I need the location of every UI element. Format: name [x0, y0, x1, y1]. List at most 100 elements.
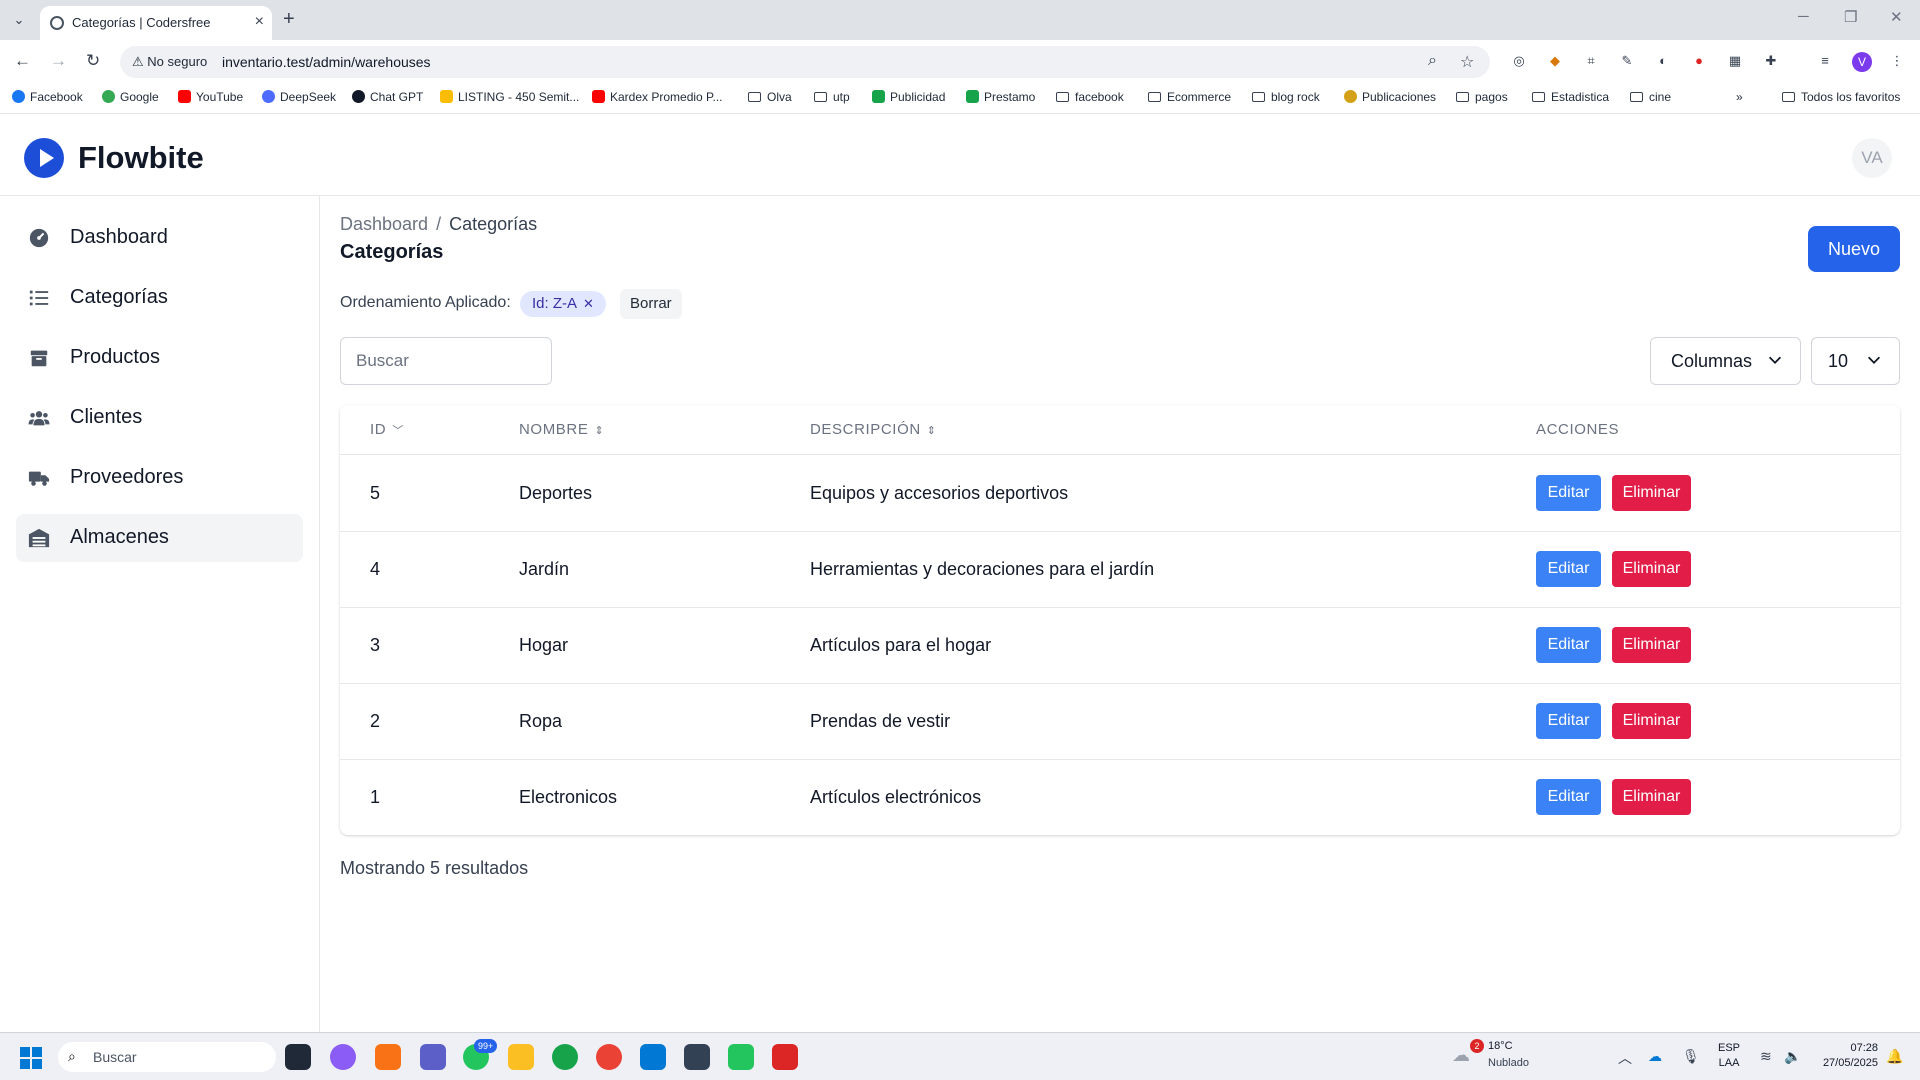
flowbite-logo-icon[interactable] — [24, 138, 64, 178]
bookmark-folder[interactable]: Olva — [748, 90, 792, 104]
edit-button[interactable]: Editar — [1536, 551, 1601, 587]
teams-icon[interactable] — [420, 1044, 446, 1070]
column-header-descripcion[interactable]: DESCRIPCIÓN ⇕ — [810, 421, 937, 438]
forward-icon[interactable]: → — [50, 51, 67, 71]
bookmark-folder[interactable]: cine — [1630, 90, 1671, 104]
delete-button[interactable]: Eliminar — [1612, 627, 1691, 663]
bookmark-item[interactable]: LISTING - 450 Semit... — [440, 90, 579, 104]
bookmark-folder[interactable]: Estadistica — [1532, 90, 1609, 104]
file-explorer-icon[interactable] — [508, 1044, 534, 1070]
bookmark-item[interactable]: DeepSeek — [262, 90, 336, 104]
task-view-icon[interactable] — [285, 1044, 311, 1070]
delete-button[interactable]: Eliminar — [1612, 475, 1691, 511]
edit-button[interactable]: Editar — [1536, 627, 1601, 663]
bookmark-item[interactable]: Facebook — [12, 90, 83, 104]
bookmark-folder[interactable]: blog rock — [1252, 90, 1320, 104]
close-tab-icon[interactable]: × — [255, 13, 264, 31]
extension-icon[interactable]: ◆ — [1546, 52, 1564, 70]
breadcrumb-link-dashboard[interactable]: Dashboard — [340, 214, 428, 234]
bookmark-star-icon[interactable]: ☆ — [1460, 52, 1474, 72]
edit-button[interactable]: Editar — [1536, 779, 1601, 815]
taskbar-search[interactable]: ⌕ Buscar — [58, 1042, 276, 1072]
bookmark-item[interactable]: YouTube — [178, 90, 243, 104]
bookmark-folder[interactable]: facebook — [1056, 90, 1124, 104]
back-icon[interactable]: ← — [14, 51, 31, 71]
qr-icon[interactable]: ▦ — [1726, 52, 1744, 70]
browser-tab[interactable]: Categorías | Codersfree × — [40, 6, 272, 40]
extension-icon[interactable]: ◐ — [1654, 52, 1672, 70]
onedrive-icon[interactable]: ☁ — [1648, 1048, 1662, 1065]
brand-name[interactable]: Flowbite — [78, 140, 204, 176]
xampp-icon[interactable] — [375, 1044, 401, 1070]
profile-avatar[interactable]: V — [1852, 52, 1872, 72]
delete-button[interactable]: Eliminar — [1612, 703, 1691, 739]
bookmark-folder[interactable]: Ecommerce — [1148, 90, 1231, 104]
clock[interactable]: 07:28 27/05/2025 — [1812, 1041, 1878, 1071]
reload-icon[interactable]: ↻ — [86, 51, 100, 71]
adblock-icon[interactable]: ● — [1690, 52, 1708, 70]
close-window-icon[interactable]: ✕ — [1890, 8, 1903, 26]
bookmark-item[interactable]: Google — [102, 90, 159, 104]
extension-icon[interactable]: ◎ — [1510, 52, 1528, 70]
bookmark-folder[interactable]: pagos — [1456, 90, 1508, 104]
bookmark-item[interactable]: Publicaciones — [1344, 90, 1436, 104]
breadcrumb: Dashboard / Categorías — [340, 214, 538, 234]
spotify-icon[interactable] — [552, 1044, 578, 1070]
wifi-icon[interactable]: ≋ — [1760, 1048, 1772, 1065]
puzzle-icon[interactable]: ✚ — [1762, 52, 1780, 70]
delete-button[interactable]: Eliminar — [1612, 551, 1691, 587]
more-bookmarks-icon[interactable]: » — [1736, 90, 1743, 104]
sidebar-item-productos[interactable]: Productos — [16, 334, 303, 382]
new-tab-icon[interactable]: + — [283, 8, 295, 31]
notifications-icon[interactable]: 🔔 — [1886, 1048, 1903, 1065]
minimize-icon[interactable]: ─ — [1798, 8, 1809, 25]
zoom-icon[interactable]: ⌕ — [1428, 52, 1437, 70]
clear-sort-button[interactable]: Borrar — [620, 289, 682, 319]
security-indicator[interactable]: ⚠ No seguro — [132, 54, 207, 70]
cloud-icon[interactable]: ☁ — [1452, 1045, 1470, 1066]
restore-icon[interactable]: ❐ — [1844, 8, 1857, 26]
language-indicator[interactable]: ESP LAA — [1718, 1041, 1740, 1071]
bookmark-item[interactable]: Chat GPT — [352, 90, 423, 104]
vscode-icon[interactable] — [640, 1044, 666, 1070]
eyedropper-icon[interactable]: ✎ — [1618, 52, 1636, 70]
edit-button[interactable]: Editar — [1536, 475, 1601, 511]
bookmark-folder[interactable]: Todos los favoritos — [1782, 90, 1900, 104]
address-bar[interactable]: ⚠ No seguro inventario.test/admin/wareho… — [120, 46, 1490, 78]
search-input[interactable] — [340, 337, 552, 385]
sidebar-item-categorias[interactable]: Categorías — [16, 274, 303, 322]
per-page-select[interactable]: 10 — [1811, 337, 1900, 385]
ssms-icon[interactable] — [684, 1044, 710, 1070]
media-icon[interactable]: ≡ — [1816, 52, 1834, 70]
volume-icon[interactable]: 🔈 — [1784, 1048, 1801, 1065]
weather-temperature[interactable]: 18°C — [1488, 1040, 1513, 1052]
delete-button[interactable]: Eliminar — [1612, 779, 1691, 815]
bookmark-item[interactable]: Publicidad — [872, 90, 945, 104]
chevron-up-icon[interactable]: ︿ — [1618, 1048, 1632, 1068]
menu-icon[interactable]: ⋮ — [1888, 52, 1906, 70]
columns-dropdown[interactable]: Columnas — [1650, 337, 1801, 385]
windows-start-icon[interactable] — [20, 1047, 42, 1069]
sidebar-item-proveedores[interactable]: Proveedores — [16, 454, 303, 502]
camtasia-icon[interactable] — [728, 1044, 754, 1070]
weather-condition[interactable]: Nublado — [1488, 1057, 1529, 1069]
copilot-icon[interactable] — [330, 1044, 356, 1070]
user-avatar[interactable]: VA — [1852, 138, 1892, 178]
new-button[interactable]: Nuevo — [1808, 226, 1900, 272]
sidebar-item-clientes[interactable]: Clientes — [16, 394, 303, 442]
chrome-icon[interactable] — [596, 1044, 622, 1070]
bookmark-folder[interactable]: utp — [814, 90, 850, 104]
microphone-icon[interactable]: 🎙 — [1682, 1048, 1700, 1065]
column-header-id[interactable]: ID ﹀ — [370, 421, 404, 438]
extension-icon[interactable]: ⌗ — [1582, 52, 1600, 70]
tab-search-icon[interactable]: ⌄ — [8, 10, 30, 30]
bookmark-item[interactable]: Prestamo — [966, 90, 1035, 104]
url-text[interactable]: inventario.test/admin/warehouses — [222, 54, 431, 70]
sidebar-item-almacenes[interactable]: Almacenes — [16, 514, 303, 562]
remove-sort-icon[interactable]: ✕ — [583, 296, 594, 311]
edit-button[interactable]: Editar — [1536, 703, 1601, 739]
app-icon[interactable] — [772, 1044, 798, 1070]
column-header-nombre[interactable]: NOMBRE ⇕ — [519, 421, 604, 438]
bookmark-item[interactable]: Kardex Promedio P... — [592, 90, 723, 104]
sidebar-item-dashboard[interactable]: Dashboard — [16, 214, 303, 262]
